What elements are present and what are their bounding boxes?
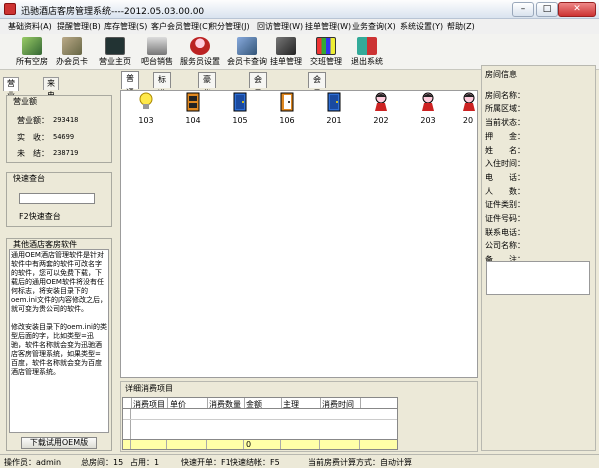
toolbar-exit[interactable]: 退出系统 <box>341 36 393 69</box>
detail-grid-header: 消费项目 单价 消费数量 金额 主理 消费时间 <box>122 397 398 409</box>
lightbulb-icon <box>139 92 153 109</box>
menu-bar: 基础资料(A) 提醒管理(B) 库存管理(S) 客户会员管理(C) 积分管理(J… <box>0 19 599 34</box>
quick-search-title: 快速查台 <box>13 174 45 183</box>
app-icon <box>4 3 16 15</box>
menu-inventory[interactable]: 库存管理(S) <box>104 21 147 32</box>
tab-member-single[interactable]: 会员标准单人间 <box>249 72 267 168</box>
tab-business-info[interactable]: 营业信息 <box>3 77 19 124</box>
room-105[interactable]: 105 <box>225 92 255 125</box>
rooms-area <box>120 90 478 378</box>
unsettled-value: 238719 <box>53 149 79 157</box>
window-title: 迅驰酒店客房管理系统----2012.05.03.00.00 <box>21 7 205 17</box>
received-label: 实 收： <box>17 133 49 142</box>
label-deposit: 押 金： <box>485 132 525 141</box>
menu-settings[interactable]: 系统设置(Y) <box>400 21 443 32</box>
notes-box[interactable] <box>486 261 590 295</box>
status-occupied: 占用：1 <box>130 458 160 467</box>
label-room-name: 房间名称： <box>485 91 525 100</box>
unsettled-label: 未 结： <box>17 149 49 158</box>
room-20x[interactable]: 20 <box>460 92 476 125</box>
room-info-panel: 房间信息 房间名称： 所属区域： 当前状态： 押 金： 姓 名： 入住时间： 电… <box>481 65 596 451</box>
label-name: 姓 名： <box>485 146 525 155</box>
minimize-button[interactable]: – <box>512 2 534 17</box>
status-quick-checkout: 快速结帐：F5 <box>230 458 280 467</box>
menu-points[interactable]: 积分管理(J) <box>209 21 250 32</box>
menu-hang[interactable]: 挂单管理(W) <box>305 21 351 32</box>
tab-deluxe-double[interactable]: 豪华双人人间 <box>198 72 216 154</box>
label-people: 人 数： <box>485 187 525 196</box>
room-202[interactable]: 202 <box>366 92 396 125</box>
status-total-rooms: 总房间：15 <box>81 458 124 467</box>
tab-standard-room[interactable]: 普通房 <box>121 71 139 111</box>
detail-grid-footer: 0 <box>122 439 398 450</box>
door-icon <box>233 92 247 112</box>
label-company: 公司名称： <box>485 241 525 250</box>
label-status: 当前状态： <box>485 118 525 127</box>
door-icon <box>280 92 294 112</box>
maximize-button[interactable]: □ <box>536 2 558 17</box>
revenue-group: 营业额 营业额： 293418 实 收： 54699 未 结： 238719 <box>6 95 112 163</box>
menu-reminder[interactable]: 提醒管理(B) <box>57 21 101 32</box>
tab-call-log[interactable]: 来电记录 <box>43 77 59 124</box>
room-106[interactable]: 106 <box>272 92 302 125</box>
door-icon <box>327 92 341 112</box>
title-bar: 迅驰酒店客房管理系统----2012.05.03.00.00 – □ ✕ <box>0 0 599 19</box>
detail-grid-body[interactable] <box>122 409 398 439</box>
status-billing-mode: 当前房费计算方式：自动计算 <box>308 458 412 467</box>
total-amount: 0 <box>246 440 252 449</box>
menu-member[interactable]: 客户会员管理(C) <box>151 21 211 32</box>
other-software-group: 其他酒店客房软件 通用OEM酒店管理软件是针对软件中有两套的软件可改名字的软件，… <box>6 238 112 451</box>
quick-search-group: 快速查台 F2快速查台 <box>6 172 112 227</box>
revenue-label: 营业额： <box>17 116 49 125</box>
menu-visit[interactable]: 回访管理(W) <box>257 21 303 32</box>
other-software-text: 通用OEM酒店管理软件是针对软件中有两套的软件可改名字的软件，您可以免费下载，下… <box>9 249 109 433</box>
menu-basic[interactable]: 基础资料(A) <box>8 21 52 32</box>
guest-icon <box>422 92 434 111</box>
door-icon <box>186 92 200 112</box>
menu-help[interactable]: 帮助(Z) <box>447 21 475 32</box>
status-bar: 操作员：admin 总房间：15 占用：1 快速开单：F1 快速结帐：F5 当前… <box>0 454 599 468</box>
tab-member-deluxe[interactable]: 会员豪华双人间 <box>308 72 326 168</box>
revenue-value: 293418 <box>53 116 79 124</box>
quick-search-input[interactable] <box>19 193 95 204</box>
room-203[interactable]: 203 <box>413 92 443 125</box>
label-checkin: 入住时间： <box>485 159 525 168</box>
exit-icon <box>357 37 377 55</box>
menu-query[interactable]: 业务查询(X) <box>352 21 396 32</box>
close-button[interactable]: ✕ <box>558 2 596 17</box>
label-id-type: 证件类别： <box>485 200 525 209</box>
quick-search-hint: F2快速查台 <box>19 212 61 221</box>
detail-title: 详细消费项目 <box>125 384 173 393</box>
chart-icon <box>105 37 125 55</box>
tab-single-room[interactable]: 标准单人间 <box>153 72 171 140</box>
label-id-number: 证件号码： <box>485 214 525 223</box>
received-value: 54699 <box>53 133 75 141</box>
download-oem-button[interactable]: 下载试用OEM版 <box>21 437 97 449</box>
room-201[interactable]: 201 <box>319 92 349 125</box>
revenue-title: 营业额 <box>13 97 37 106</box>
label-contact: 联系电话： <box>485 228 525 237</box>
card-search-icon <box>237 37 257 55</box>
book-icon <box>22 37 42 55</box>
status-operator: 操作员：admin <box>4 458 62 467</box>
room-info-title: 房间信息 <box>485 70 517 79</box>
room-103[interactable]: 103 <box>131 92 161 125</box>
member-card-icon <box>62 37 82 55</box>
guest-icon <box>375 92 387 111</box>
bar-sales-icon <box>147 37 167 55</box>
room-104[interactable]: 104 <box>178 92 208 125</box>
toolbar-waiter-settings[interactable]: 服务员设置 <box>174 36 226 69</box>
shift-icon <box>316 37 336 55</box>
hang-order-icon <box>276 37 296 55</box>
label-area: 所属区域： <box>485 104 525 113</box>
label-phone: 电 话： <box>485 173 525 182</box>
waiter-icon <box>190 37 210 55</box>
status-quick-open: 快速开单：F1 <box>181 458 231 467</box>
guest-icon <box>463 92 475 111</box>
